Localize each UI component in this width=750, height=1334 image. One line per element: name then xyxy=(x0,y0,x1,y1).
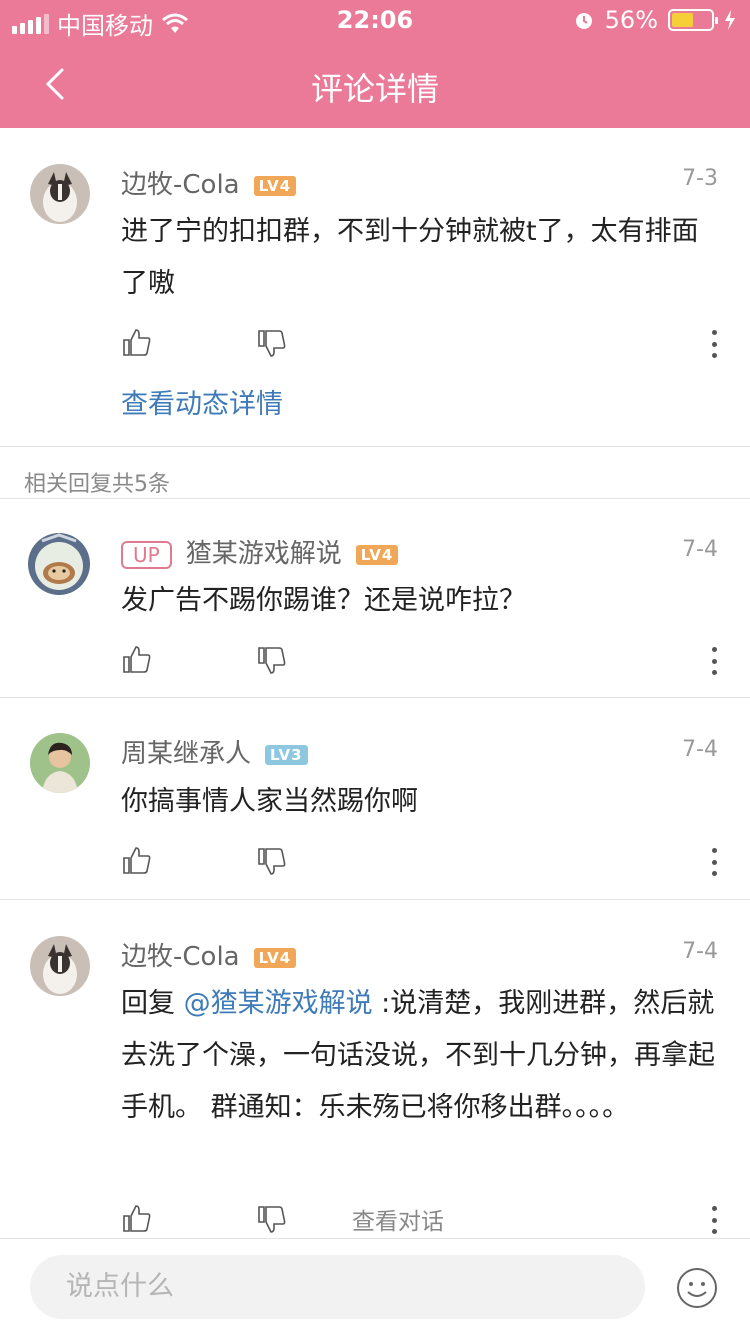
avatar[interactable] xyxy=(30,936,90,996)
thumbs-up-icon[interactable] xyxy=(121,844,153,876)
emoji-icon[interactable] xyxy=(676,1267,718,1309)
view-conversation-link[interactable]: 查看对话 xyxy=(352,1202,444,1236)
bottom-input-bar: 说点什么 xyxy=(0,1238,750,1334)
level-badge: LV3 xyxy=(265,744,308,765)
more-options-icon[interactable] xyxy=(710,848,718,876)
more-options-icon[interactable] xyxy=(710,330,718,358)
username[interactable]: UP 猹某游戏解说 LV4 xyxy=(121,533,399,570)
replies-count-label: 相关回复共5条 xyxy=(24,472,170,497)
reply-item: 边牧-Cola LV4 7-4 回复 @猹某游戏解说 :说清楚，我刚进群，然后就去… xyxy=(0,901,750,1238)
username-text[interactable]: 周某继承人 xyxy=(121,739,251,769)
comment-date: 7-4 xyxy=(682,737,718,762)
comment-date: 7-3 xyxy=(682,166,718,191)
thumbs-down-icon[interactable] xyxy=(256,328,288,360)
thumbs-up-icon[interactable] xyxy=(121,1202,153,1234)
level-badge: LV4 xyxy=(253,175,297,196)
comment-text: 进了宁的扣扣群，不到十分钟就被t了，太有排面了嗷 xyxy=(121,216,699,299)
username-text[interactable]: 猹某游戏解说 xyxy=(186,539,342,569)
level-badge: LV4 xyxy=(253,947,297,968)
reply-prefix: 回复 xyxy=(121,988,184,1019)
battery-percent: 56% xyxy=(604,6,658,34)
reply-item: UP 猹某游戏解说 LV4 7-4 发广告不踢你踢谁？还是说咋拉？ xyxy=(0,498,750,698)
comment-text: 你搞事情人家当然踢你啊 xyxy=(121,786,418,817)
username[interactable]: 周某继承人 LV3 xyxy=(121,733,308,770)
avatar[interactable] xyxy=(30,733,90,793)
avatar[interactable] xyxy=(30,164,90,224)
comment-text: 发广告不踢你踢谁？还是说咋拉？ xyxy=(121,585,526,616)
main-comment: 边牧-Cola LV4 7-3 进了宁的扣扣群，不到十分钟就被t了，太有排面了嗷 … xyxy=(0,128,750,447)
comment-date: 7-4 xyxy=(682,939,718,964)
username[interactable]: 边牧-Cola LV4 xyxy=(121,936,297,973)
battery-icon xyxy=(668,9,718,31)
comment-text: 回复 @猹某游戏解说 :说清楚，我刚进群，然后就去洗了个澡，一句话没说，不到十几… xyxy=(121,978,718,1134)
username-text[interactable]: 边牧-Cola xyxy=(121,942,240,972)
thumbs-up-icon[interactable] xyxy=(121,326,153,358)
charging-icon xyxy=(725,10,735,30)
thumbs-down-icon[interactable] xyxy=(256,1204,288,1236)
more-options-icon[interactable] xyxy=(710,647,718,675)
page-title: 评论详情 xyxy=(310,70,439,108)
battery-fill xyxy=(672,13,694,27)
reply-item: 周某继承人 LV3 7-4 你搞事情人家当然踢你啊 xyxy=(0,699,750,900)
username[interactable]: 边牧-Cola LV4 xyxy=(121,164,297,201)
alarm-icon xyxy=(575,13,592,29)
view-post-link[interactable]: 查看动态详情 xyxy=(121,382,283,421)
more-options-icon[interactable] xyxy=(710,1206,718,1234)
level-badge: LV4 xyxy=(355,544,399,565)
up-badge: UP xyxy=(121,540,172,569)
thumbs-up-icon[interactable] xyxy=(121,643,153,675)
status-bar: 中国移动 22:06 56% xyxy=(0,0,750,40)
nav-bar: 评论详情 xyxy=(0,40,750,128)
avatar[interactable] xyxy=(26,531,92,597)
thumbs-down-icon[interactable] xyxy=(256,645,288,677)
comment-date: 7-4 xyxy=(682,537,718,562)
thumbs-down-icon[interactable] xyxy=(256,846,288,878)
comment-input[interactable]: 说点什么 xyxy=(30,1255,645,1319)
username-text[interactable]: 边牧-Cola xyxy=(121,170,240,200)
mention-link[interactable]: @猹某游戏解说 xyxy=(184,988,373,1019)
